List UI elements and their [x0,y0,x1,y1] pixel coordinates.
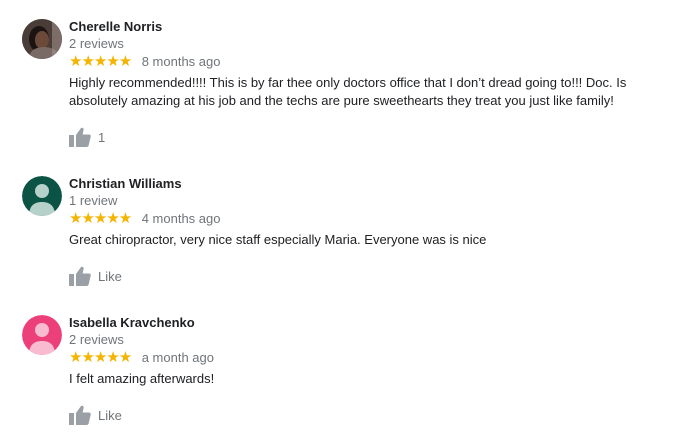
review-date: 4 months ago [141,211,221,226]
avatar[interactable] [22,315,62,355]
review-text: Highly recommended!!!! This is by far th… [69,75,627,108]
thumbs-up-icon [69,127,91,147]
star-rating: ★★★★★ [69,210,132,227]
rating-row: ★★★★★ 8 months ago [69,53,220,71]
thumbs-up-icon [69,266,91,286]
thumbs-up-icon [69,405,91,425]
star-rating: ★★★★★ [69,53,132,70]
rating-row: ★★★★★ 4 months ago [69,210,220,228]
like-button[interactable]: 1 [69,126,105,148]
avatar[interactable] [22,19,62,59]
reviewer-review-count[interactable]: 1 review [69,193,117,209]
star-rating: ★★★★★ [69,349,132,366]
review-date: a month ago [141,350,214,365]
reviewer-review-count[interactable]: 2 reviews [69,36,124,52]
reviewer-name[interactable]: Christian Williams [69,176,182,192]
reviewer-review-count[interactable]: 2 reviews [69,332,124,348]
like-button[interactable]: Like [69,265,122,287]
avatar[interactable] [22,176,62,216]
like-label: Like [98,407,122,423]
like-button[interactable]: Like [69,404,122,426]
like-count: 1 [98,129,106,145]
reviewer-name[interactable]: Cherelle Norris [69,19,162,35]
review-text: I felt amazing afterwards! [69,371,215,386]
review-text: Great chiropractor, very nice staff espe… [69,232,487,247]
reviewer-name[interactable]: Isabella Kravchenko [69,315,195,331]
review-date: 8 months ago [141,54,221,69]
rating-row: ★★★★★ a month ago [69,349,214,367]
like-label: Like [98,268,122,284]
